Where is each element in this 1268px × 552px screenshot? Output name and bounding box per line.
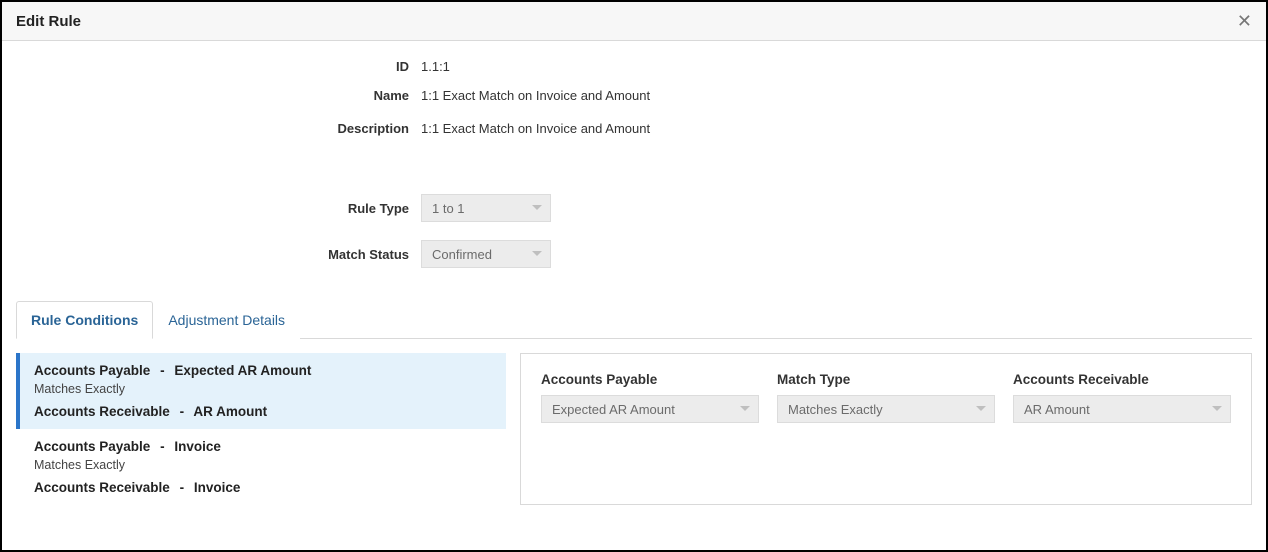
condition-item[interactable]: Accounts Payable - Invoice Matches Exact…: [16, 429, 506, 505]
tab-rule-conditions[interactable]: Rule Conditions: [16, 301, 153, 339]
detail-match-type-value: Matches Exactly: [788, 402, 883, 417]
detail-ar-label: Accounts Receivable: [1013, 372, 1231, 387]
value-description: 1:1 Exact Match on Invoice and Amount: [421, 121, 650, 136]
condition-ap-field: Expected AR Amount: [174, 363, 311, 378]
detail-ar-value: AR Amount: [1024, 402, 1090, 417]
condition-ap-field: Invoice: [174, 439, 221, 454]
chevron-down-icon: [532, 251, 542, 257]
condition-ar-label: Accounts Receivable: [34, 404, 170, 419]
tabs: Rule Conditions Adjustment Details: [16, 300, 1252, 339]
label-name: Name: [16, 88, 421, 103]
chevron-down-icon: [532, 205, 542, 211]
dialog: Edit Rule ✕ ID 1.1:1 Name 1:1 Exact Matc…: [0, 0, 1268, 552]
label-id: ID: [16, 59, 421, 74]
condition-ap-label: Accounts Payable: [34, 363, 150, 378]
detail-col-ar: Accounts Receivable AR Amount: [1013, 372, 1231, 423]
label-rule-type: Rule Type: [16, 201, 421, 216]
chevron-down-icon: [740, 406, 750, 412]
value-name: 1:1 Exact Match on Invoice and Amount: [421, 88, 650, 103]
condition-ar-line: Accounts Receivable - AR Amount: [34, 404, 492, 419]
rule-type-select[interactable]: 1 to 1: [421, 194, 551, 222]
dialog-header: Edit Rule ✕: [2, 2, 1266, 41]
tab-body: Accounts Payable - Expected AR Amount Ma…: [16, 339, 1252, 505]
detail-match-type-label: Match Type: [777, 372, 995, 387]
condition-ar-field: AR Amount: [193, 404, 267, 419]
form-area: ID 1.1:1 Name 1:1 Exact Match on Invoice…: [16, 59, 1252, 286]
detail-ap-select[interactable]: Expected AR Amount: [541, 395, 759, 423]
detail-ar-select[interactable]: AR Amount: [1013, 395, 1231, 423]
condition-ar-field: Invoice: [194, 480, 241, 495]
condition-ap-line: Accounts Payable - Expected AR Amount: [34, 363, 492, 378]
spacer: [16, 154, 1252, 194]
detail-ap-label: Accounts Payable: [541, 372, 759, 387]
dialog-title: Edit Rule: [16, 13, 81, 30]
chevron-down-icon: [1212, 406, 1222, 412]
row-description: Description 1:1 Exact Match on Invoice a…: [16, 121, 1252, 136]
condition-ap-line: Accounts Payable - Invoice: [34, 439, 492, 454]
row-id: ID 1.1:1: [16, 59, 1252, 74]
condition-ar-label: Accounts Receivable: [34, 480, 170, 495]
label-description: Description: [16, 121, 421, 136]
condition-item[interactable]: Accounts Payable - Expected AR Amount Ma…: [16, 353, 506, 429]
close-icon[interactable]: ✕: [1237, 12, 1252, 30]
conditions-list: Accounts Payable - Expected AR Amount Ma…: [16, 353, 506, 505]
row-rule-type: Rule Type 1 to 1: [16, 194, 1252, 222]
condition-ar-line: Accounts Receivable - Invoice: [34, 480, 492, 495]
condition-ap-label: Accounts Payable: [34, 439, 150, 454]
value-id: 1.1:1: [421, 59, 450, 74]
detail-panel: Accounts Payable Expected AR Amount Matc…: [520, 353, 1252, 505]
match-status-select[interactable]: Confirmed: [421, 240, 551, 268]
row-name: Name 1:1 Exact Match on Invoice and Amou…: [16, 88, 1252, 103]
detail-col-ap: Accounts Payable Expected AR Amount: [541, 372, 759, 423]
dash: -: [180, 480, 185, 495]
detail-ap-value: Expected AR Amount: [552, 402, 675, 417]
match-status-value: Confirmed: [432, 247, 492, 262]
row-match-status: Match Status Confirmed: [16, 240, 1252, 268]
label-match-status: Match Status: [16, 247, 421, 262]
chevron-down-icon: [976, 406, 986, 412]
dash: -: [180, 404, 185, 419]
detail-match-type-select[interactable]: Matches Exactly: [777, 395, 995, 423]
tab-adjustment-details[interactable]: Adjustment Details: [153, 301, 300, 339]
rule-type-value: 1 to 1: [432, 201, 465, 216]
dialog-body: ID 1.1:1 Name 1:1 Exact Match on Invoice…: [2, 41, 1266, 550]
dash: -: [160, 439, 165, 454]
dash: -: [160, 363, 165, 378]
detail-col-match-type: Match Type Matches Exactly: [777, 372, 995, 423]
condition-op: Matches Exactly: [34, 382, 492, 396]
condition-op: Matches Exactly: [34, 458, 492, 472]
